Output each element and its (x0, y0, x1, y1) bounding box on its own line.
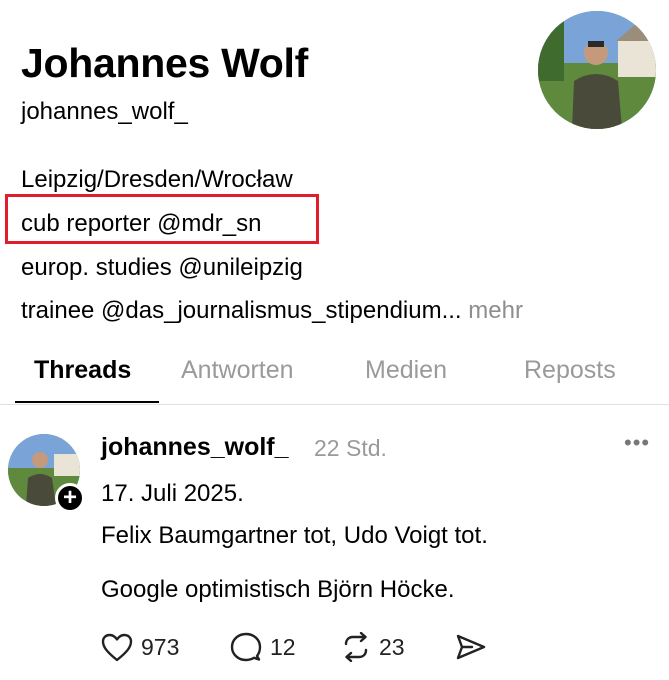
share-button[interactable] (455, 627, 487, 667)
ellipsis-icon[interactable]: ••• (624, 430, 650, 456)
like-button[interactable]: 973 (101, 627, 179, 667)
repost-count: 23 (379, 633, 405, 660)
profile-handle: johannes_wolf_ (21, 98, 188, 125)
post-time: 22 Std. (314, 435, 387, 461)
share-icon (456, 634, 486, 660)
post-line-news: Felix Baumgartner tot, Udo Voigt tot. (101, 522, 488, 549)
repost-icon (344, 632, 368, 662)
profile-avatar[interactable] (538, 11, 656, 129)
post-username[interactable]: johannes_wolf_ (101, 433, 289, 462)
comment-button[interactable]: 12 (230, 627, 296, 667)
repost-button[interactable]: 23 (341, 627, 405, 667)
profile-name: Johannes Wolf (21, 40, 308, 86)
tab-active-underline (15, 401, 159, 403)
like-count: 973 (141, 633, 180, 660)
post-line-date: 17. Juli 2025. (101, 480, 244, 507)
tab-threads[interactable]: Threads (34, 356, 131, 385)
follow-plus-icon[interactable]: + (55, 483, 85, 513)
profile-tabs: Threads Antworten Medien Reposts (0, 352, 669, 405)
tab-replies[interactable]: Antworten (181, 356, 294, 385)
highlight-box (5, 194, 319, 244)
bio-location: Leipzig/Dresden/Wrocław (21, 166, 293, 193)
bio-more-link[interactable]: mehr (468, 297, 523, 324)
tab-media[interactable]: Medien (365, 356, 447, 385)
avatar-photo (538, 11, 656, 129)
heart-icon (101, 633, 133, 662)
comment-count: 12 (270, 633, 296, 660)
bio-studies: europ. studies @unileipzig (21, 254, 303, 281)
bio-trainee: trainee @das_journalismus_stipendium... … (21, 297, 523, 325)
tab-reposts[interactable]: Reposts (524, 356, 616, 385)
comment-icon (230, 632, 262, 662)
post-line-google: Google optimistisch Björn Höcke. (101, 576, 455, 603)
bio-trainee-text: trainee @das_journalismus_stipendium... (21, 297, 462, 324)
